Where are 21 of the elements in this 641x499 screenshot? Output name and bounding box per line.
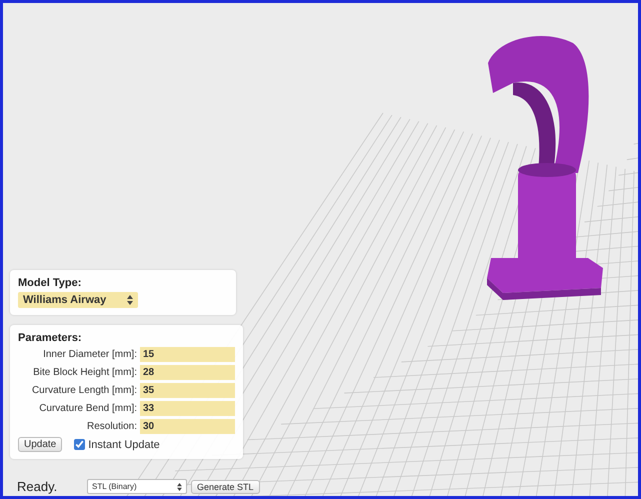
update-button[interactable]: Update <box>18 437 62 452</box>
checkbox[interactable] <box>74 439 86 450</box>
input-field[interactable]: 35 <box>140 383 235 398</box>
input-field[interactable]: 28 <box>140 365 235 380</box>
stepper-icon <box>127 295 133 305</box>
field-label: Bite Block Height [mm]: <box>32 367 137 378</box>
input-field[interactable]: 33 <box>140 401 235 416</box>
generate-stl-button[interactable]: Generate STL <box>191 480 260 494</box>
field-label: Resolution: <box>86 421 137 432</box>
format-select[interactable]: STL (Binary) <box>87 479 187 494</box>
status-text: Ready. <box>17 479 58 494</box>
checkbox-label: Instant Update <box>88 438 160 450</box>
input-field[interactable]: 30 <box>140 419 235 434</box>
field-label: Inner Diameter [mm]: <box>42 349 137 360</box>
field-label: Curvature Length [mm]: <box>30 385 137 396</box>
stepper-icon <box>177 482 182 490</box>
input-field[interactable]: 15 <box>140 347 235 362</box>
model-type-label: Model Type: <box>18 277 82 289</box>
parameters-label: Parameters: <box>18 332 83 344</box>
model-type-select[interactable]: Williams Airway <box>18 292 138 308</box>
field-label: Curvature Bend [mm]: <box>38 403 137 414</box>
